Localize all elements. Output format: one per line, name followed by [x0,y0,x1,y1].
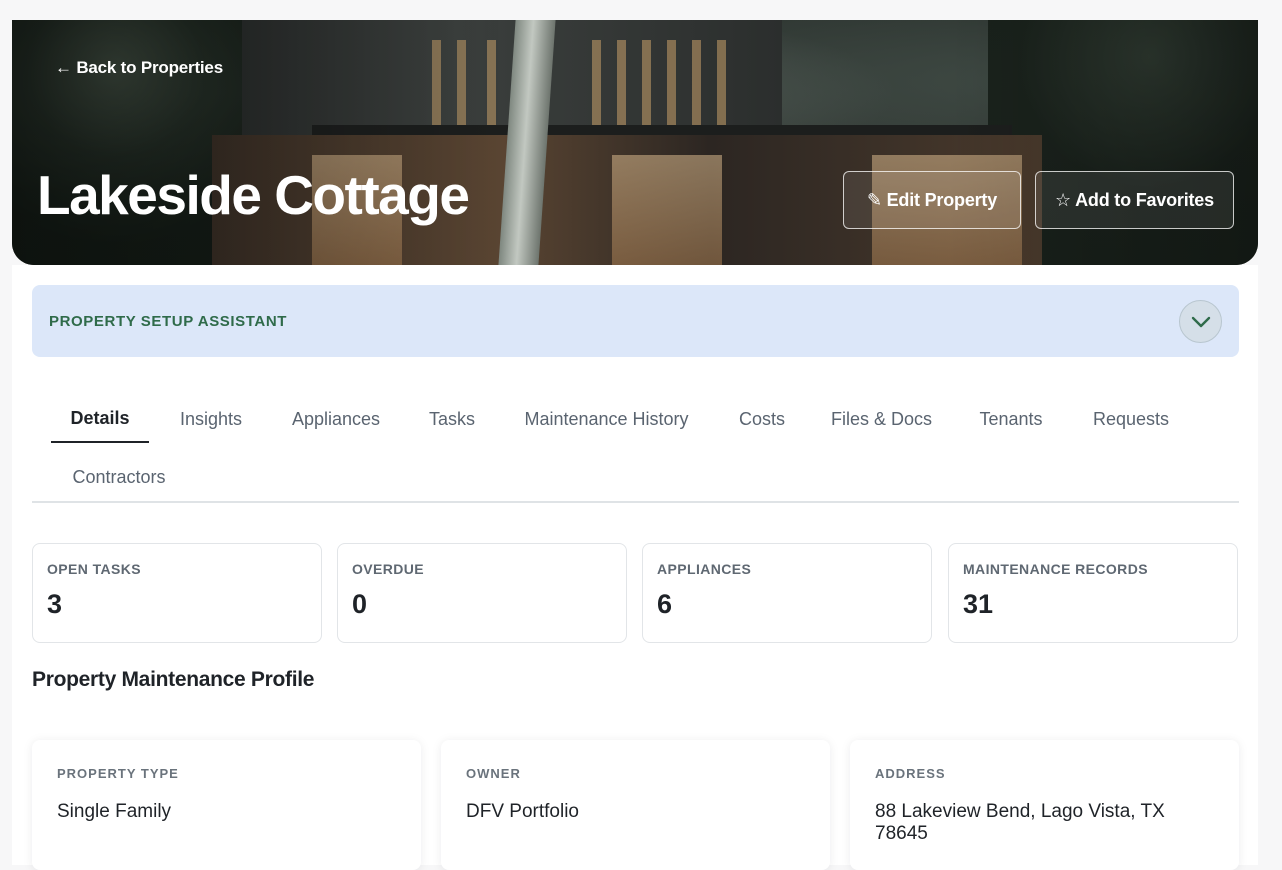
stat-card-appliances: APPLIANCES 6 [642,543,932,643]
tab-costs[interactable]: Costs [732,395,792,443]
profile-card-address: ADDRESS 88 Lakeview Bend, Lago Vista, TX… [850,740,1239,870]
assistant-label: PROPERTY SETUP ASSISTANT [49,312,288,330]
back-to-properties-link[interactable]: ← Back to Properties [55,58,223,78]
edit-property-button[interactable]: ✎ Edit Property [843,171,1021,229]
stat-card-open-tasks: OPEN TASKS 3 [32,543,322,643]
profile-label: ADDRESS [875,766,946,781]
stat-value: 0 [352,589,368,619]
page-title: Lakeside Cottage [37,164,470,226]
stat-value: 6 [657,589,673,619]
profile-card-property-type: PROPERTY TYPE Single Family [32,740,421,870]
chevron-down-icon [1191,316,1210,327]
profile-value: 88 Lakeview Bend, Lago Vista, TX 78645 [875,801,1165,844]
section-title: Property Maintenance Profile [32,668,315,691]
property-setup-assistant[interactable]: PROPERTY SETUP ASSISTANT [32,285,1239,357]
profile-label: OWNER [466,766,521,781]
assistant-toggle-button[interactable] [1179,300,1222,343]
page: ← Back to Properties Lakeside Cottage ✎ … [12,20,1258,870]
stat-label: APPLIANCES [657,561,752,577]
tab-requests[interactable]: Requests [1087,395,1175,443]
stat-label: OPEN TASKS [47,561,141,577]
stat-label: OVERDUE [352,561,425,577]
profile-value: Single Family [57,801,172,822]
add-to-favorites-button[interactable]: ☆ Add to Favorites [1035,171,1234,229]
tab-files-docs[interactable]: Files & Docs [829,395,934,443]
tab-details[interactable]: Details [51,395,149,443]
tab-tasks[interactable]: Tasks [422,395,482,443]
stat-card-overdue: OVERDUE 0 [337,543,627,643]
stat-value: 31 [963,589,994,619]
tab-maintenance-history[interactable]: Maintenance History [519,395,694,443]
stat-value: 3 [47,589,63,619]
stat-label: MAINTENANCE RECORDS [963,561,1148,577]
profile-label: PROPERTY TYPE [57,766,179,781]
tab-bar: Details Insights Appliances Tasks Mainte… [32,395,1239,503]
profile-card-owner: OWNER DFV Portfolio [441,740,830,870]
stat-card-maintenance-records: MAINTENANCE RECORDS 31 [948,543,1238,643]
profile-value: DFV Portfolio [466,801,579,822]
tab-appliances[interactable]: Appliances [277,395,395,443]
tab-contractors[interactable]: Contractors [63,453,175,501]
property-details-panel: PROPERTY SETUP ASSISTANT Details Insight… [12,265,1258,870]
hero-banner: ← Back to Properties Lakeside Cottage ✎ … [12,20,1258,265]
tab-insights[interactable]: Insights [162,395,260,443]
tab-tenants[interactable]: Tenants [972,395,1050,443]
